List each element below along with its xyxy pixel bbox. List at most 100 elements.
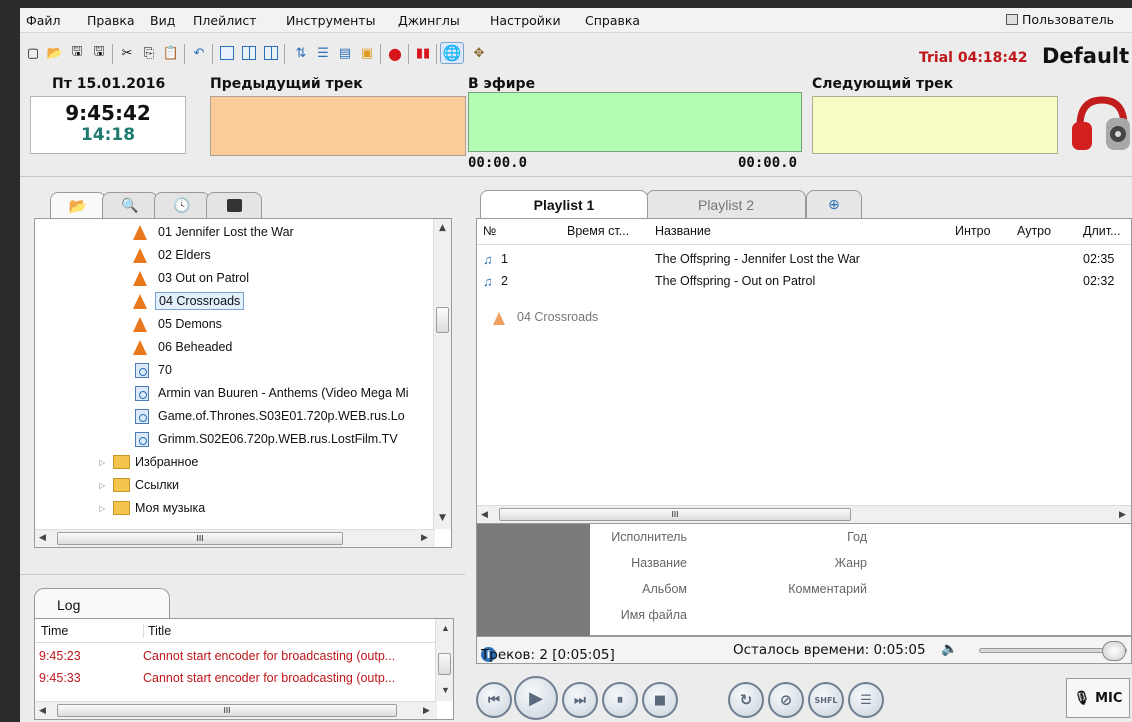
- tree-vertical-scrollbar[interactable]: ▲ ▼: [433, 219, 451, 529]
- playlist-row[interactable]: ♫ 1 The Offspring - Jennifer Lost the Wa…: [477, 247, 1131, 269]
- tree-item[interactable]: 03 Out on Patrol: [133, 267, 252, 289]
- playlist-horizontal-scrollbar[interactable]: ◀ III ▶: [477, 505, 1131, 523]
- tree-item[interactable]: 02 Elders: [133, 244, 214, 266]
- tab-library[interactable]: [206, 192, 262, 218]
- tree-horizontal-scrollbar[interactable]: ◀ III ▶: [35, 529, 435, 547]
- log-col-time[interactable]: Time: [41, 624, 68, 638]
- log-row[interactable]: 9:45:23 Cannot start encoder for broadca…: [35, 649, 435, 671]
- playlist-folder-icon[interactable]: ▣: [358, 44, 376, 62]
- scroll-left-icon[interactable]: ◀: [39, 533, 46, 543]
- menu-help[interactable]: Справка: [585, 13, 640, 28]
- tree-item[interactable]: 06 Beheaded: [133, 336, 235, 358]
- menu-playlist[interactable]: Плейлист: [193, 13, 256, 28]
- tab-files[interactable]: 📂: [50, 192, 106, 219]
- block-button[interactable]: ⊘: [768, 682, 804, 718]
- tree-folder[interactable]: ▷ Избранное: [99, 451, 198, 473]
- cut-icon[interactable]: ✂: [118, 44, 136, 62]
- undo-icon[interactable]: ↶: [190, 44, 208, 62]
- log-horizontal-scrollbar[interactable]: ◀ III ▶: [35, 701, 437, 719]
- stop-button[interactable]: ■: [642, 682, 678, 718]
- menu-view[interactable]: Вид: [150, 13, 175, 28]
- pause-button[interactable]: ⏸: [602, 682, 638, 718]
- playlist-row[interactable]: ♫ 2 The Offspring - Out on Patrol 02:32: [477, 269, 1131, 291]
- file-tree: 01 Jennifer Lost the War 02 Elders 03 Ou…: [34, 218, 452, 548]
- scroll-left-icon[interactable]: ◀: [481, 509, 488, 520]
- layout-split-icon[interactable]: [240, 44, 258, 62]
- col-start-time[interactable]: Время ст...: [567, 224, 629, 238]
- scroll-up-icon[interactable]: ▲: [441, 623, 450, 633]
- menu-jingles[interactable]: Джинглы: [398, 13, 460, 28]
- user-menu[interactable]: Пользователь: [1006, 12, 1114, 27]
- tab-history[interactable]: 🕓: [154, 192, 210, 218]
- shuffle-button[interactable]: SHFL: [808, 682, 844, 718]
- scroll-grip: III: [223, 706, 231, 715]
- menu-settings[interactable]: Настройки: [490, 13, 561, 28]
- col-number[interactable]: №: [483, 224, 496, 238]
- playlist-generate-icon[interactable]: ▤: [336, 44, 354, 62]
- tab-playlist-2[interactable]: Playlist 2: [646, 190, 806, 218]
- scroll-thumb[interactable]: III: [57, 532, 343, 545]
- scroll-right-icon[interactable]: ▶: [1119, 509, 1126, 520]
- previous-track-button[interactable]: ⏮: [476, 682, 512, 718]
- play-button[interactable]: ▶: [514, 676, 558, 720]
- on-air-box: [468, 92, 802, 152]
- menu-tools[interactable]: Инструменты: [286, 13, 375, 28]
- tree-item[interactable]: 01 Jennifer Lost the War: [133, 221, 297, 243]
- log-col-title[interactable]: Title: [143, 624, 171, 638]
- scroll-thumb[interactable]: III: [57, 704, 397, 717]
- tree-item-selected[interactable]: 04 Crossroads: [133, 290, 245, 312]
- save-icon[interactable]: 🖫: [68, 44, 86, 62]
- scroll-right-icon[interactable]: ▶: [423, 705, 430, 716]
- tree-item[interactable]: Grimm.S02E06.720p.WEB.rus.LostFilm.TV: [135, 428, 401, 450]
- expand-arrow-icon[interactable]: ▷: [99, 504, 109, 513]
- log-row[interactable]: 9:45:33 Cannot start encoder for broadca…: [35, 671, 435, 693]
- layout-single-icon[interactable]: [218, 44, 236, 62]
- plugins-icon[interactable]: ✥: [470, 44, 488, 62]
- col-duration[interactable]: Длит...: [1083, 224, 1121, 238]
- open-folder-icon[interactable]: 📂: [46, 44, 64, 62]
- col-intro[interactable]: Интро: [955, 224, 991, 238]
- copy-icon[interactable]: ⎘: [140, 44, 158, 62]
- tree-item[interactable]: Game.of.Thrones.S03E01.720p.WEB.rus.Lo: [135, 405, 408, 427]
- save-as-icon[interactable]: 🖫: [90, 44, 108, 62]
- tab-log[interactable]: Log: [34, 588, 170, 618]
- scroll-up-icon[interactable]: ▲: [439, 223, 446, 233]
- mic-button[interactable]: 🎙 MIC: [1066, 678, 1130, 718]
- playlist-edit-icon[interactable]: ☰: [314, 44, 332, 62]
- expand-arrow-icon[interactable]: ▷: [99, 481, 109, 490]
- tree-folder[interactable]: ▷ Моя музыка: [99, 497, 205, 519]
- volume-knob[interactable]: [1102, 641, 1126, 661]
- scroll-down-icon[interactable]: ▼: [439, 513, 446, 523]
- log-vertical-scrollbar[interactable]: ▲ ▼: [435, 619, 453, 701]
- scroll-right-icon[interactable]: ▶: [421, 533, 428, 543]
- col-outro[interactable]: Аутро: [1017, 224, 1051, 238]
- scroll-thumb[interactable]: [438, 653, 451, 675]
- record-icon[interactable]: ●: [386, 44, 404, 63]
- layout-quad-icon[interactable]: [262, 44, 280, 62]
- playlist-view-button[interactable]: ☰: [848, 682, 884, 718]
- tree-folder[interactable]: ▷ Ссылки: [99, 474, 179, 496]
- scroll-down-icon[interactable]: ▼: [441, 685, 450, 695]
- tab-playlist-1[interactable]: Playlist 1: [480, 190, 648, 218]
- scroll-thumb[interactable]: [436, 307, 449, 333]
- broadcast-globe-icon[interactable]: 🌐: [440, 42, 464, 64]
- statistics-icon[interactable]: ▮▮: [414, 44, 432, 62]
- scroll-left-icon[interactable]: ◀: [39, 705, 46, 716]
- next-track-button[interactable]: ⏭: [562, 682, 598, 718]
- tree-item[interactable]: Armin van Buuren - Anthems (Video Mega M…: [135, 382, 412, 404]
- tree-item[interactable]: 05 Demons: [133, 313, 225, 335]
- new-file-icon[interactable]: ▢: [24, 44, 42, 62]
- col-title[interactable]: Название: [655, 224, 711, 238]
- repeat-button[interactable]: ↻: [728, 682, 764, 718]
- paste-icon[interactable]: 📋: [162, 44, 180, 62]
- tree-item[interactable]: 70: [135, 359, 175, 381]
- row-title: The Offspring - Out on Patrol: [655, 274, 816, 288]
- menu-edit[interactable]: Правка: [87, 13, 135, 28]
- scroll-thumb[interactable]: III: [499, 508, 851, 521]
- menu-file[interactable]: Файл: [26, 13, 61, 28]
- expand-arrow-icon[interactable]: ▷: [99, 458, 109, 467]
- status-bar: i Треков: 2 [0:05:05] Осталось времени: 0…: [476, 636, 1132, 664]
- tab-search[interactable]: 🔍: [102, 192, 158, 218]
- add-playlist-tab[interactable]: ⊕: [806, 190, 862, 218]
- playlist-add-icon[interactable]: ⇅: [292, 44, 310, 62]
